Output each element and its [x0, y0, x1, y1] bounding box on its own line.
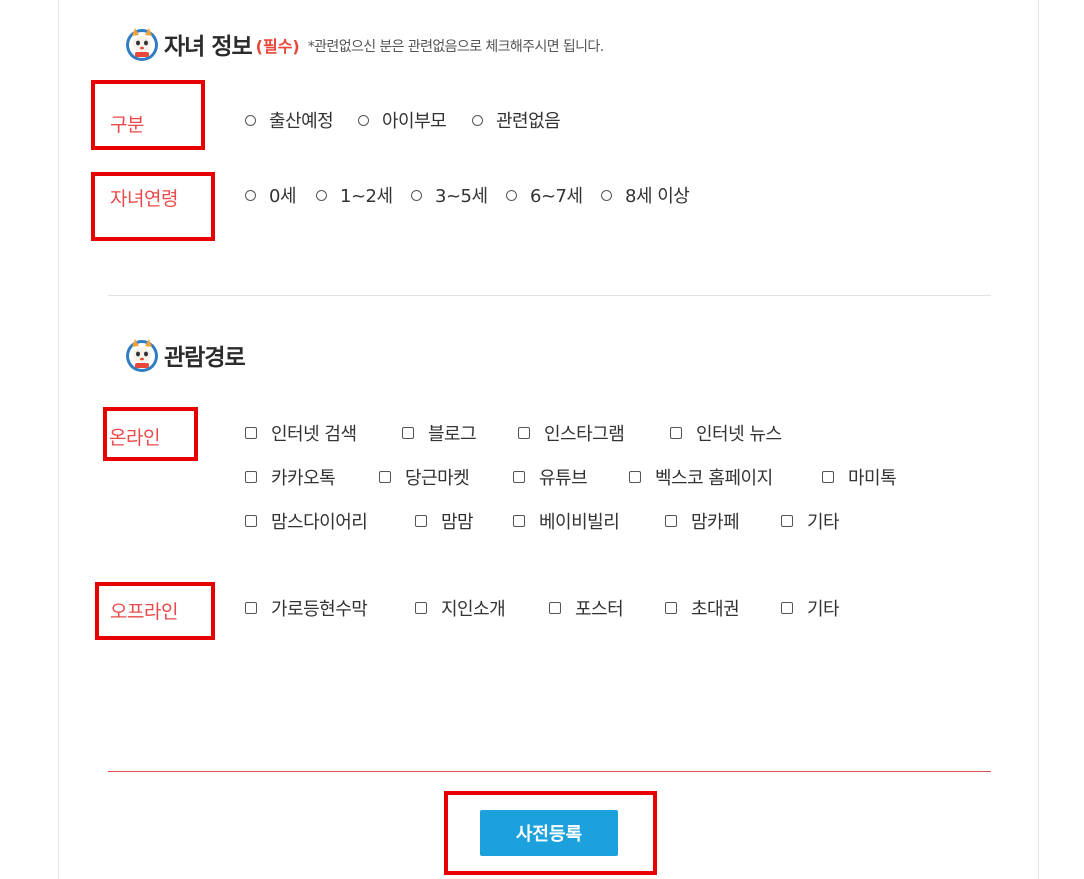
online-option-etc[interactable]: 기타: [781, 508, 840, 534]
option-label: 벡스코 홈페이지: [655, 468, 773, 489]
footer-divider: [108, 771, 991, 772]
option-label: 인터넷 뉴스: [696, 424, 782, 445]
online-option-instagram[interactable]: 인스타그램: [518, 420, 625, 446]
option-label: 베이비빌리: [539, 512, 620, 533]
offline-option-banner[interactable]: 가로등현수막: [245, 595, 368, 621]
page-border-left: [58, 0, 59, 879]
checkbox-icon[interactable]: [665, 602, 677, 614]
option-label: 관련없음: [496, 111, 561, 132]
checkbox-icon[interactable]: [245, 427, 257, 439]
category-option-due[interactable]: 출산예정: [245, 107, 334, 133]
option-label: 맘맘: [441, 512, 474, 533]
section-divider: [108, 295, 991, 296]
age-option-0[interactable]: 0세: [245, 182, 297, 208]
offline-label-highlight: [95, 582, 215, 640]
checkbox-icon[interactable]: [513, 471, 525, 483]
checkbox-icon[interactable]: [822, 471, 834, 483]
option-label: 블로그: [428, 424, 477, 445]
age-option-4[interactable]: 8세 이상: [601, 182, 690, 208]
category-option-none[interactable]: 관련없음: [472, 107, 561, 133]
option-label: 인스타그램: [544, 424, 625, 445]
radio-icon[interactable]: [358, 114, 369, 126]
online-option-momsdiary[interactable]: 맘스다이어리: [245, 508, 368, 534]
option-label: 맘스다이어리: [271, 512, 368, 533]
option-label: 기타: [807, 512, 840, 533]
offline-option-poster[interactable]: 포스터: [549, 595, 624, 621]
option-label: 인터넷 검색: [271, 424, 357, 445]
online-option-youtube[interactable]: 유튜브: [513, 464, 588, 490]
option-label: 당근마켓: [405, 468, 470, 489]
checkbox-icon[interactable]: [781, 602, 793, 614]
online-option-bexco-homepage[interactable]: 벡스코 홈페이지: [629, 464, 773, 490]
page-border-right: [1038, 0, 1039, 879]
checkbox-icon[interactable]: [379, 471, 391, 483]
age-option-2[interactable]: 3~5세: [411, 182, 488, 208]
checkbox-icon[interactable]: [245, 471, 257, 483]
checkbox-icon[interactable]: [402, 427, 414, 439]
option-label: 3~5세: [435, 186, 488, 207]
offline-option-etc[interactable]: 기타: [781, 595, 840, 621]
child-info-note: *관련없으신 분은 관련없음으로 체크해주시면 됩니다.: [307, 39, 604, 55]
option-label: 지인소개: [441, 599, 506, 620]
checkbox-icon[interactable]: [629, 471, 641, 483]
option-label: 기타: [807, 599, 840, 620]
checkbox-icon[interactable]: [549, 602, 561, 614]
online-option-mammam[interactable]: 맘맘: [415, 508, 474, 534]
route-title: 관람경로: [164, 345, 246, 371]
option-label: 포스터: [575, 599, 624, 620]
child-info-header: 자녀 정보 (필수) *관련없으신 분은 관련없음으로 체크해주시면 됩니다.: [124, 26, 604, 62]
checkbox-icon[interactable]: [245, 602, 257, 614]
route-header: 관람경로: [124, 337, 246, 373]
option-label: 6~7세: [530, 186, 583, 207]
online-option-blog[interactable]: 블로그: [402, 420, 477, 446]
option-label: 가로등현수막: [271, 599, 368, 620]
checkbox-icon[interactable]: [513, 515, 525, 527]
online-option-babybilly[interactable]: 베이비빌리: [513, 508, 620, 534]
option-label: 카카오톡: [271, 468, 336, 489]
age-option-3[interactable]: 6~7세: [506, 182, 583, 208]
category-label-highlight: [91, 80, 205, 150]
option-label: 0세: [269, 186, 297, 207]
option-label: 유튜브: [539, 468, 588, 489]
child-info-title: 자녀 정보: [164, 34, 253, 60]
option-label: 맘카페: [691, 512, 740, 533]
option-label: 마미톡: [848, 468, 897, 489]
checkbox-icon[interactable]: [415, 602, 427, 614]
radio-icon[interactable]: [411, 189, 422, 201]
radio-icon[interactable]: [472, 114, 483, 126]
radio-icon[interactable]: [506, 189, 517, 201]
online-option-kakaotalk[interactable]: 카카오톡: [245, 464, 336, 490]
option-label: 아이부모: [382, 111, 447, 132]
radio-icon[interactable]: [245, 114, 256, 126]
checkbox-icon[interactable]: [245, 515, 257, 527]
online-option-web-search[interactable]: 인터넷 검색: [245, 420, 357, 446]
offline-option-invitation[interactable]: 초대권: [665, 595, 740, 621]
checkbox-icon[interactable]: [518, 427, 530, 439]
online-option-mamitalk[interactable]: 마미톡: [822, 464, 897, 490]
online-label-highlight: [103, 407, 198, 461]
radio-icon[interactable]: [316, 189, 327, 201]
checkbox-icon[interactable]: [781, 515, 793, 527]
option-label: 초대권: [691, 599, 740, 620]
checkbox-icon[interactable]: [415, 515, 427, 527]
online-option-karrot[interactable]: 당근마켓: [379, 464, 470, 490]
radio-icon[interactable]: [601, 189, 612, 201]
checkbox-icon[interactable]: [665, 515, 677, 527]
mascot-icon: [126, 28, 158, 61]
checkbox-icon[interactable]: [670, 427, 682, 439]
online-option-momcafe[interactable]: 맘카페: [665, 508, 740, 534]
age-label-highlight: [91, 172, 215, 241]
online-option-web-news[interactable]: 인터넷 뉴스: [670, 420, 782, 446]
option-label: 1~2세: [340, 186, 393, 207]
radio-icon[interactable]: [245, 189, 256, 201]
category-option-parent[interactable]: 아이부모: [358, 107, 447, 133]
offline-option-referral[interactable]: 지인소개: [415, 595, 506, 621]
mascot-icon: [126, 339, 158, 372]
pre-register-button[interactable]: 사전등록: [480, 810, 618, 856]
option-label: 출산예정: [269, 111, 334, 132]
option-label: 8세 이상: [625, 186, 690, 207]
age-option-1[interactable]: 1~2세: [316, 182, 393, 208]
required-mark: (필수): [255, 37, 300, 56]
